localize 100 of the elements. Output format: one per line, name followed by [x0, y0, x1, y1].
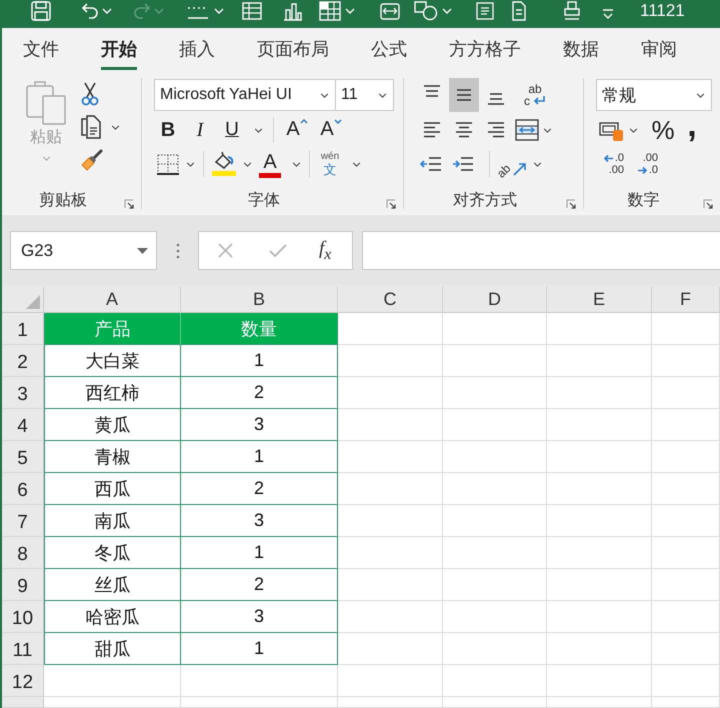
- underline-button[interactable]: U: [218, 115, 246, 145]
- row-header[interactable]: 10: [2, 601, 44, 633]
- align-top-icon: [422, 85, 442, 97]
- row-header[interactable]: 4: [2, 409, 44, 441]
- bar-chart-icon[interactable]: [283, 1, 303, 21]
- row-header[interactable]: 7: [2, 505, 44, 537]
- table-cell: 青椒: [44, 441, 181, 473]
- grow-font-button[interactable]: A: [282, 115, 312, 145]
- group-label: 字体: [247, 190, 281, 210]
- paintbrush-icon[interactable]: [80, 148, 104, 172]
- column-header[interactable]: A: [44, 287, 181, 313]
- font-color-button[interactable]: A: [256, 149, 284, 179]
- bold-button[interactable]: B: [154, 115, 182, 145]
- merge-icon[interactable]: [515, 119, 539, 141]
- caret-icon[interactable]: [186, 162, 195, 166]
- save-icon[interactable]: [30, 1, 52, 21]
- formula-input[interactable]: [362, 231, 720, 270]
- font-name-field[interactable]: Microsoft YaHei UI: [154, 79, 336, 111]
- table-cell: 冬瓜: [44, 537, 181, 569]
- caret-icon[interactable]: [533, 162, 542, 166]
- ribbon-tab[interactable]: 审阅: [641, 36, 677, 70]
- caret-icon[interactable]: [543, 128, 552, 132]
- row-header[interactable]: 6: [2, 473, 44, 505]
- percent-button[interactable]: %: [648, 115, 678, 145]
- caret-icon[interactable]: [292, 162, 301, 166]
- empty-cell: [652, 569, 720, 601]
- align-middle-button[interactable]: [449, 78, 479, 112]
- column-header[interactable]: C: [338, 287, 443, 313]
- align-center-icon: [454, 122, 474, 138]
- caret-icon[interactable]: [243, 162, 252, 166]
- decrease-decimal-button[interactable]: .00 .0: [630, 149, 658, 179]
- ribbon-tab[interactable]: 插入: [179, 36, 215, 70]
- row-header[interactable]: 1: [2, 313, 44, 345]
- empty-cell: [652, 409, 720, 441]
- caret-icon[interactable]: [352, 162, 361, 166]
- text-box-icon[interactable]: [475, 1, 495, 21]
- launcher-icon[interactable]: [566, 199, 576, 209]
- empty-cell: [652, 697, 720, 708]
- empty-cell: [652, 505, 720, 537]
- insert-function-button[interactable]: f$_{x}$: [319, 238, 332, 264]
- border-icon[interactable]: [156, 153, 180, 175]
- empty-cell: [652, 377, 720, 409]
- column-header[interactable]: B: [181, 287, 338, 313]
- dropdown-icon: [137, 248, 148, 254]
- caret-icon[interactable]: [254, 128, 263, 132]
- table-cell: 西瓜: [44, 473, 181, 505]
- copy-icon[interactable]: [80, 115, 102, 139]
- customize-icon[interactable]: [602, 8, 614, 20]
- table-cell: 1: [181, 633, 338, 665]
- row-header[interactable]: 5: [2, 441, 44, 473]
- table-cell: 大白菜: [44, 345, 181, 377]
- stamp-icon[interactable]: [563, 1, 581, 21]
- caret-icon[interactable]: [111, 124, 120, 130]
- undo-icon[interactable]: [80, 1, 100, 21]
- column-header[interactable]: D: [443, 287, 547, 313]
- align-bottom-icon: [486, 93, 506, 105]
- row-header[interactable]: 8: [2, 537, 44, 569]
- grid-table-icon[interactable]: [319, 1, 341, 21]
- shrink-font-button[interactable]: A: [316, 115, 346, 145]
- increase-decimal-button[interactable]: .0 .00: [596, 149, 624, 179]
- launcher-icon[interactable]: [703, 199, 713, 209]
- row-header[interactable]: 3: [2, 377, 44, 409]
- clipboard-icon: [25, 80, 67, 126]
- name-box[interactable]: G23: [10, 231, 157, 270]
- caret-icon[interactable]: [629, 128, 638, 132]
- font-size-field[interactable]: 11: [336, 79, 394, 111]
- table-cell: 2: [181, 377, 338, 409]
- orientation-button[interactable]: ab: [497, 150, 529, 178]
- wrap-text-button[interactable]: ab c: [519, 80, 551, 110]
- italic-button[interactable]: I: [186, 115, 214, 145]
- ribbon-tab[interactable]: 公式: [371, 36, 407, 70]
- row-header[interactable]: 9: [2, 569, 44, 601]
- empty-cell: [652, 665, 720, 697]
- paint-bucket-icon[interactable]: [211, 151, 237, 177]
- caret-icon: [42, 156, 50, 161]
- group-label: 对齐方式: [452, 190, 518, 210]
- launcher-icon[interactable]: [386, 199, 396, 209]
- row-header[interactable]: 12: [2, 665, 44, 697]
- table-icon[interactable]: [242, 1, 262, 21]
- left-arrow-icon: [602, 154, 614, 162]
- group-label: 数字: [626, 190, 660, 210]
- ribbon-tab[interactable]: 页面布局: [257, 36, 329, 70]
- row-header[interactable]: 11: [2, 633, 44, 665]
- row-header[interactable]: 2: [2, 345, 44, 377]
- comma-style-button[interactable]: ,: [682, 115, 702, 145]
- shapes-icon[interactable]: [414, 1, 438, 21]
- number-format-field[interactable]: 常规: [596, 79, 712, 111]
- launcher-icon[interactable]: [124, 199, 134, 209]
- ribbon-tab[interactable]: 开始: [101, 36, 137, 70]
- diagonal-arrow-icon: [513, 162, 528, 176]
- align-left-icon: [422, 122, 442, 138]
- ribbon-tab[interactable]: 数据: [563, 36, 599, 70]
- phonetic-guide-button[interactable]: wén 文: [316, 149, 344, 179]
- ribbon-tab[interactable]: 文件: [23, 36, 59, 70]
- table-cell: 3: [181, 601, 338, 633]
- ribbon-tab[interactable]: 方方格子: [449, 36, 521, 70]
- empty-cell: [652, 633, 720, 665]
- scissors-icon[interactable]: [80, 82, 100, 106]
- column-header[interactable]: F: [652, 287, 720, 313]
- column-header[interactable]: E: [547, 287, 652, 313]
